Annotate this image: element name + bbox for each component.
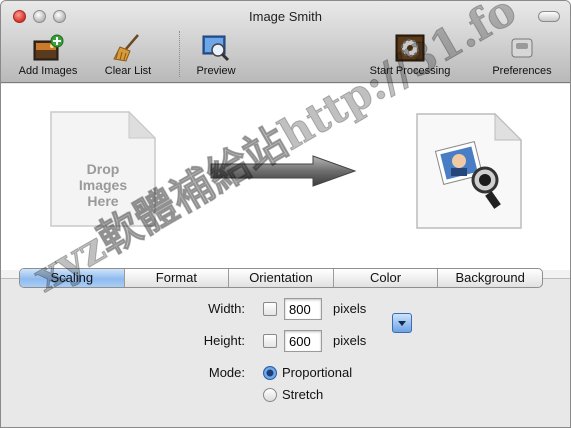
drop-hint-line1: Drop: [86, 161, 120, 177]
drop-hint-line2: Images: [78, 177, 128, 193]
toolbar-separator: [179, 31, 180, 77]
app-window: Image Smith Add Images Clear List Previe…: [0, 0, 571, 428]
clear-list-label: Clear List: [104, 65, 152, 77]
add-images-label: Add Images: [18, 65, 78, 77]
preview-icon: [202, 35, 230, 62]
gear-icon: [395, 34, 425, 62]
chevron-down-icon: [398, 321, 406, 326]
drop-hint: Drop Images Here: [49, 161, 157, 209]
width-checkbox[interactable]: [263, 302, 277, 316]
tab-color[interactable]: Color: [334, 269, 439, 287]
preview-label: Preview: [196, 65, 236, 77]
drop-area[interactable]: Drop Images Here: [1, 84, 570, 270]
mode-stretch-label[interactable]: Stretch: [282, 387, 323, 402]
add-images-button[interactable]: Add Images: [17, 33, 79, 77]
mode-label: Mode:: [208, 365, 245, 380]
preferences-button[interactable]: Preferences: [489, 33, 555, 77]
window-title: Image Smith: [249, 9, 322, 24]
switch-icon: [511, 38, 533, 58]
width-unit: pixels: [333, 301, 367, 316]
width-field[interactable]: 800: [284, 298, 322, 320]
tab-background[interactable]: Background: [438, 269, 542, 287]
mode-proportional-radio[interactable]: [263, 366, 277, 380]
height-unit: pixels: [333, 333, 367, 348]
tab-scaling[interactable]: Scaling: [20, 269, 125, 287]
start-processing-button[interactable]: Start Processing: [367, 33, 453, 77]
preview-button[interactable]: Preview: [193, 33, 239, 77]
clear-list-button[interactable]: Clear List: [97, 33, 159, 77]
broom-icon: [113, 34, 139, 62]
scaling-panel: Width: 800 pixels Height: 600 pixels Mod…: [1, 278, 570, 427]
dimension-options-button[interactable]: [392, 313, 412, 333]
height-checkbox[interactable]: [263, 334, 277, 348]
height-field[interactable]: 600: [284, 330, 322, 352]
title-toolbar: Image Smith Add Images Clear List Previe…: [1, 1, 570, 83]
settings-tabs: Scaling Format Orientation Color Backgro…: [19, 268, 543, 288]
mode-stretch-radio[interactable]: [263, 388, 277, 402]
drop-hint-line3: Here: [87, 193, 119, 209]
arrow-right-icon: [210, 155, 357, 187]
tab-format[interactable]: Format: [125, 269, 230, 287]
add-images-icon: [33, 34, 64, 61]
output-document-icon: [416, 112, 523, 229]
main-content: Drop Images Here Scaling Format Orientat…: [1, 84, 570, 427]
start-processing-label: Start Processing: [369, 65, 451, 77]
mode-proportional-label[interactable]: Proportional: [282, 365, 352, 380]
tab-orientation[interactable]: Orientation: [229, 269, 334, 287]
width-label: Width:: [208, 301, 245, 316]
preferences-label: Preferences: [492, 65, 552, 77]
height-label: Height:: [203, 333, 245, 348]
